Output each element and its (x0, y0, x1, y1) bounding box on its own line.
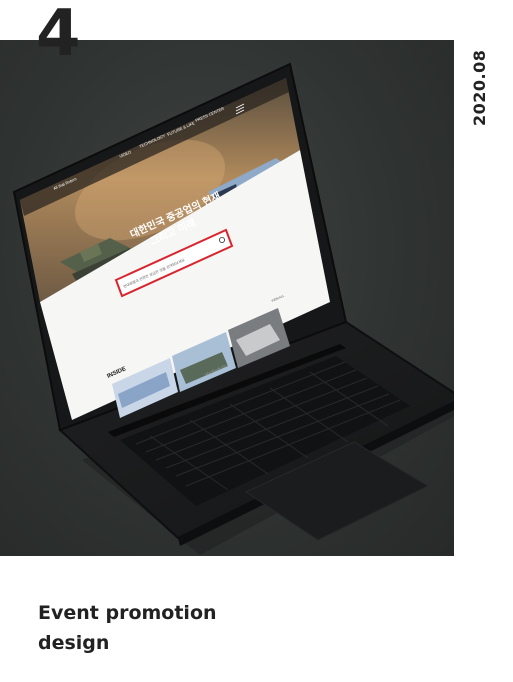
project-number: 4 (36, 0, 81, 71)
laptop-mockup: All that Rotem VIDEO TECHNOLOGY FUTURE &… (12, 62, 454, 555)
caption-line-1: Event promotion (38, 602, 217, 624)
hero-image: All that Rotem VIDEO TECHNOLOGY FUTURE &… (0, 40, 454, 556)
project-date: 2020.08 (470, 49, 489, 126)
caption-line-2: design (38, 632, 110, 654)
project-caption: Event promotion design (38, 598, 217, 658)
